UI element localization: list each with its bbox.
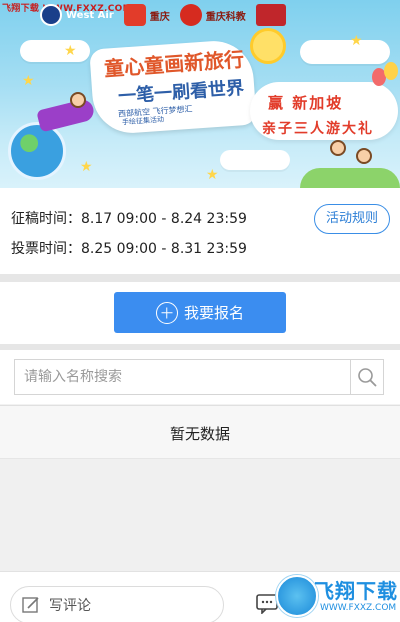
activity-info: 征稿时间：8.17 09:00 - 8.24 23:59 投票时间：8.25 0… — [0, 188, 400, 274]
prize-line1: 赢 新加坡 — [268, 94, 344, 112]
grass-illustration — [300, 168, 400, 188]
sun-illustration — [250, 28, 286, 64]
comment-placeholder: 写评论 — [49, 598, 91, 614]
beiyou-logo — [255, 4, 286, 26]
edit-icon — [22, 597, 39, 613]
empty-state: 暂无数据 — [0, 405, 400, 459]
promo-banner[interactable]: 飞翔下载 WWW.FXXZ.COM West Air 重庆 重庆科教 ★ ★ ★… — [0, 0, 400, 188]
cloud-shape — [300, 40, 390, 64]
submission-time: 征稿时间：8.17 09:00 - 8.24 23:59 — [11, 211, 247, 227]
star-icon: ★ — [206, 167, 219, 183]
prize-line2: 亲子三人游大礼 — [262, 121, 374, 137]
comment-input[interactable]: 写评论 — [10, 586, 224, 622]
sponsor-logos: West Air 重庆 重庆科教 — [40, 4, 286, 26]
star-icon: ★ — [80, 159, 93, 175]
kejiao-icon — [179, 4, 202, 26]
signup-section: 我要报名 — [0, 282, 400, 344]
section-divider — [0, 274, 400, 282]
chongqing-kejiao-logo: 重庆科教 — [179, 4, 246, 26]
list-area — [0, 459, 400, 571]
child-figure — [330, 140, 346, 156]
star-icon: ★ — [350, 33, 363, 49]
chongqing-icon — [123, 4, 146, 26]
earth-illustration — [8, 122, 66, 180]
balloon-illustration — [384, 62, 398, 80]
search-icon — [358, 368, 377, 387]
signup-label: 我要报名 — [183, 304, 244, 322]
signup-button[interactable]: 我要报名 — [114, 292, 286, 333]
watermark-logo-icon — [276, 575, 318, 617]
search-section — [0, 350, 400, 404]
west-air-icon — [40, 4, 62, 26]
watermark-title: 飞翔下载 — [314, 579, 398, 603]
star-icon: ★ — [64, 43, 77, 59]
child-figure — [70, 92, 86, 108]
beiyou-icon — [255, 4, 286, 26]
search-box — [14, 359, 384, 395]
cloud-shape — [20, 40, 90, 62]
search-input[interactable] — [15, 360, 352, 394]
voting-time: 投票时间：8.25 09:00 - 8.31 23:59 — [11, 241, 247, 257]
site-watermark: 飞翔下载 WWW.FXXZ.COM — [268, 571, 400, 622]
plus-circle-icon — [155, 301, 178, 324]
watermark-url: WWW.FXXZ.COM — [320, 603, 397, 613]
activity-rules-button[interactable]: 活动规则 — [314, 204, 390, 234]
west-air-logo: West Air — [40, 4, 114, 26]
star-icon: ★ — [22, 73, 35, 89]
chongqing-logo: 重庆 — [123, 4, 170, 26]
airplane-illustration — [36, 97, 96, 133]
empty-state-text: 暂无数据 — [169, 425, 230, 443]
child-figure — [356, 148, 372, 164]
search-button[interactable] — [350, 360, 383, 394]
cloud-shape — [220, 150, 290, 170]
